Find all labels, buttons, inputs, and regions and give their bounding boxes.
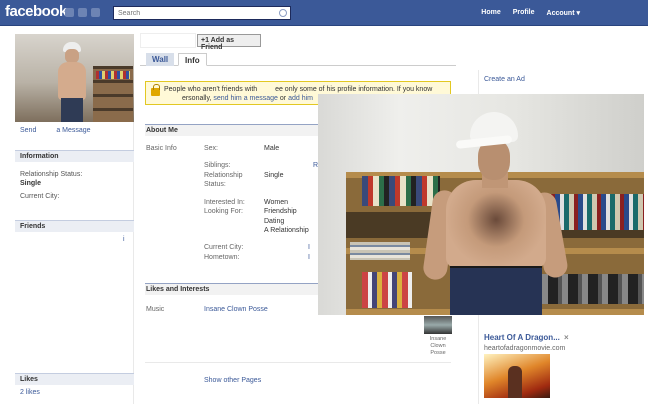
friends-more-link[interactable]: i <box>123 236 125 243</box>
friend-requests-icon[interactable] <box>65 8 74 17</box>
ad-image[interactable] <box>484 354 550 398</box>
relationship-value: Single <box>264 172 284 179</box>
person-figure <box>421 112 570 315</box>
profile-photo[interactable] <box>15 34 134 122</box>
relationship-label-2: Status: <box>204 181 226 188</box>
notice-line-1: People who aren't friends with ee only s… <box>164 86 433 93</box>
send-link[interactable]: Send <box>20 127 36 134</box>
ad-url: heartofadragonmovie.com <box>484 345 566 352</box>
top-bar: facebook Home Profile Account ▾ <box>0 0 648 26</box>
profile-tabs: Wall Info <box>140 53 456 66</box>
add-friend-button[interactable]: +1 Add as Friend <box>197 34 261 51</box>
notifications-icon[interactable] <box>91 8 100 17</box>
lock-icon <box>151 84 160 96</box>
interested-in-label: Interested In: <box>204 199 245 206</box>
friends-section-header: Friends <box>15 220 134 232</box>
enlarged-photo-overlay <box>318 94 644 315</box>
bookshelf-image <box>93 66 133 122</box>
profile-name-redacted <box>140 33 196 48</box>
nav-account[interactable]: Account ▾ <box>547 9 580 17</box>
search-icon[interactable] <box>279 9 287 17</box>
books-row <box>362 272 412 308</box>
music-value-link[interactable]: Insane Clown Posse <box>204 306 268 313</box>
send-message-links: Send a Message <box>20 127 109 134</box>
current-city-label: Current City: <box>20 193 60 200</box>
sex-label: Sex: <box>204 145 219 152</box>
likes-section-header: Likes <box>15 373 134 385</box>
relationship-label: Relationship <box>204 172 243 179</box>
create-ad-link[interactable]: Create an Ad <box>484 76 525 83</box>
show-other-pages-link[interactable]: Show other Pages <box>204 377 261 384</box>
message-link[interactable]: a Message <box>56 127 90 134</box>
nav-home[interactable]: Home <box>481 9 500 17</box>
looking-for-label: Looking For: <box>204 208 243 215</box>
tab-info[interactable]: Info <box>178 53 207 66</box>
likes-count-link[interactable]: 2 likes <box>20 389 40 396</box>
facebook-logo[interactable]: facebook <box>5 3 67 20</box>
nav-profile[interactable]: Profile <box>513 9 535 17</box>
music-label: Music <box>146 306 165 313</box>
current-city-value[interactable]: I <box>308 244 310 251</box>
information-section-header: Information <box>15 150 134 162</box>
icp-thumbnail[interactable] <box>424 316 452 334</box>
hometown-value[interactable]: I <box>308 254 310 261</box>
left-column: Send a Message Information Relationship … <box>15 34 134 404</box>
messages-icon[interactable] <box>78 8 87 17</box>
sex-value: Male <box>264 145 280 152</box>
looking-for-dating: Dating <box>264 218 285 225</box>
search-box <box>113 6 291 20</box>
send-message-link[interactable]: send him a message <box>213 95 278 102</box>
basic-info-label: Basic Info <box>146 145 177 152</box>
books-row <box>546 194 644 230</box>
relationship-status-value: Single <box>20 180 42 187</box>
hometown-label: Hometown: <box>204 254 240 261</box>
looking-for-friendship: Friendship <box>264 208 297 215</box>
tab-wall[interactable]: Wall <box>146 53 175 66</box>
ad-title-link[interactable]: Heart Of A Dragon... <box>484 333 560 342</box>
person-figure <box>55 42 89 122</box>
siblings-label: Siblings: <box>204 162 231 169</box>
notification-jewels <box>65 8 100 17</box>
relationship-status-label: Relationship Status: <box>20 171 83 178</box>
divider <box>145 362 451 363</box>
ad-close-icon[interactable]: × <box>564 333 569 342</box>
magazine-stack <box>350 242 410 260</box>
looking-for-relationship: A Relationship <box>264 227 309 234</box>
search-input[interactable] <box>114 7 274 19</box>
interested-in-value: Women <box>264 199 288 206</box>
icp-thumbnail-caption[interactable]: Insane Clown Posse <box>424 336 452 357</box>
add-him-link[interactable]: add him <box>288 95 313 102</box>
current-city-label-main: Current City: <box>204 244 244 251</box>
top-nav: Home Profile Account ▾ <box>481 9 580 17</box>
